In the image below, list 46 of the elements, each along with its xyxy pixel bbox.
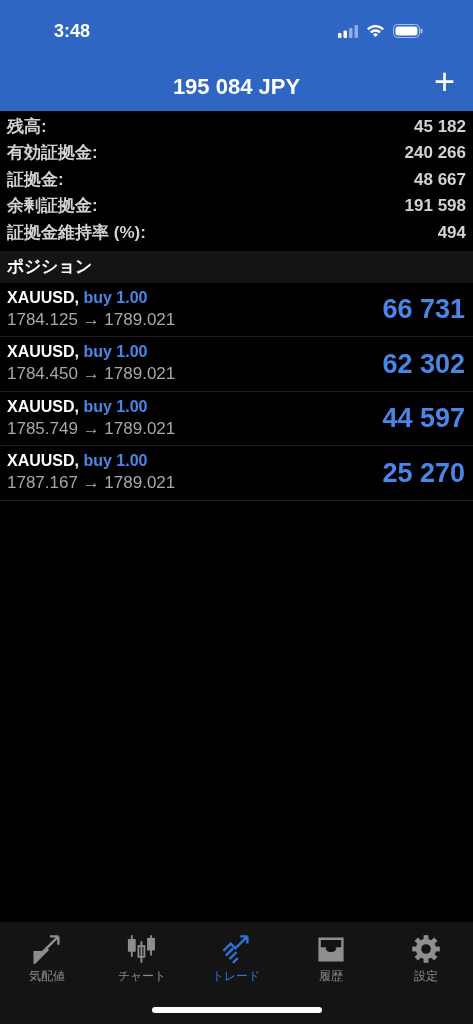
order-label: buy 1.00 [83, 452, 148, 470]
position-row[interactable]: XAUUSD, buy 1.00 1784.450 → 1789.021 62 302 [0, 337, 473, 392]
tab-button[interactable]: 気配値 [0, 934, 95, 985]
symbol-label: XAUUSD, [7, 288, 79, 306]
price-range: 1784.450 → 1789.021 [7, 363, 176, 386]
position-row[interactable]: XAUUSD, buy 1.00 1785.749 → 1789.021 44 597 [0, 391, 473, 446]
summary-label: 証拠金: [7, 168, 64, 191]
order-label: buy 1.00 [83, 343, 148, 361]
battery-icon [393, 24, 423, 38]
price-range: 1784.125 → 1789.021 [7, 308, 176, 331]
tab-button[interactable]: チャート [94, 934, 190, 985]
add-button[interactable]: + [433, 64, 455, 100]
trend-arrow-icon [221, 934, 252, 964]
price-range: 1787.167 → 1789.021 [7, 472, 176, 495]
profit-value: 62 302 [382, 347, 465, 381]
summary-value: 45 182 [414, 115, 466, 138]
profit-value: 66 731 [382, 293, 465, 326]
order-label: buy 1.00 [83, 288, 148, 306]
status-time: 3:48 [54, 19, 91, 43]
summary-label: 証拠金維持率 (%): [7, 221, 146, 244]
position-row[interactable]: XAUUSD, buy 1.00 1784.125 → 1789.021 66 731 [0, 282, 473, 337]
summary-label: 残高: [7, 115, 47, 138]
summary-label: 余剰証拠金: [7, 195, 98, 217]
tab-button[interactable]: 設定 [378, 934, 473, 985]
signal-icon [338, 24, 358, 38]
symbol-label: XAUUSD, [7, 397, 79, 415]
summary-value: 240 266 [404, 142, 466, 164]
tab-button[interactable]: 履歴 [283, 934, 379, 985]
symbol-label: XAUUSD, [7, 343, 79, 361]
summary-value: 48 667 [414, 168, 466, 191]
summary-value: 494 [437, 221, 466, 244]
arrows-icon [32, 934, 63, 964]
wifi-icon [366, 24, 385, 38]
profit-value: 44 597 [382, 402, 465, 435]
summary-value: 191 598 [404, 195, 466, 217]
summary-label: 有効証拠金: [7, 142, 98, 164]
position-row[interactable]: XAUUSD, buy 1.00 1787.167 → 1789.021 25 270 [0, 446, 473, 501]
section-header: ポジション [0, 250, 473, 283]
candlestick-icon [126, 934, 157, 964]
profit-value: 25 270 [382, 456, 465, 490]
account-balance-title: 195 084 JPY [172, 73, 301, 101]
tab-button[interactable]: トレード [189, 934, 284, 985]
symbol-label: XAUUSD, [7, 452, 79, 470]
price-range: 1785.749 → 1789.021 [7, 417, 176, 440]
order-label: buy 1.00 [83, 397, 148, 415]
settings-icon [410, 934, 441, 964]
